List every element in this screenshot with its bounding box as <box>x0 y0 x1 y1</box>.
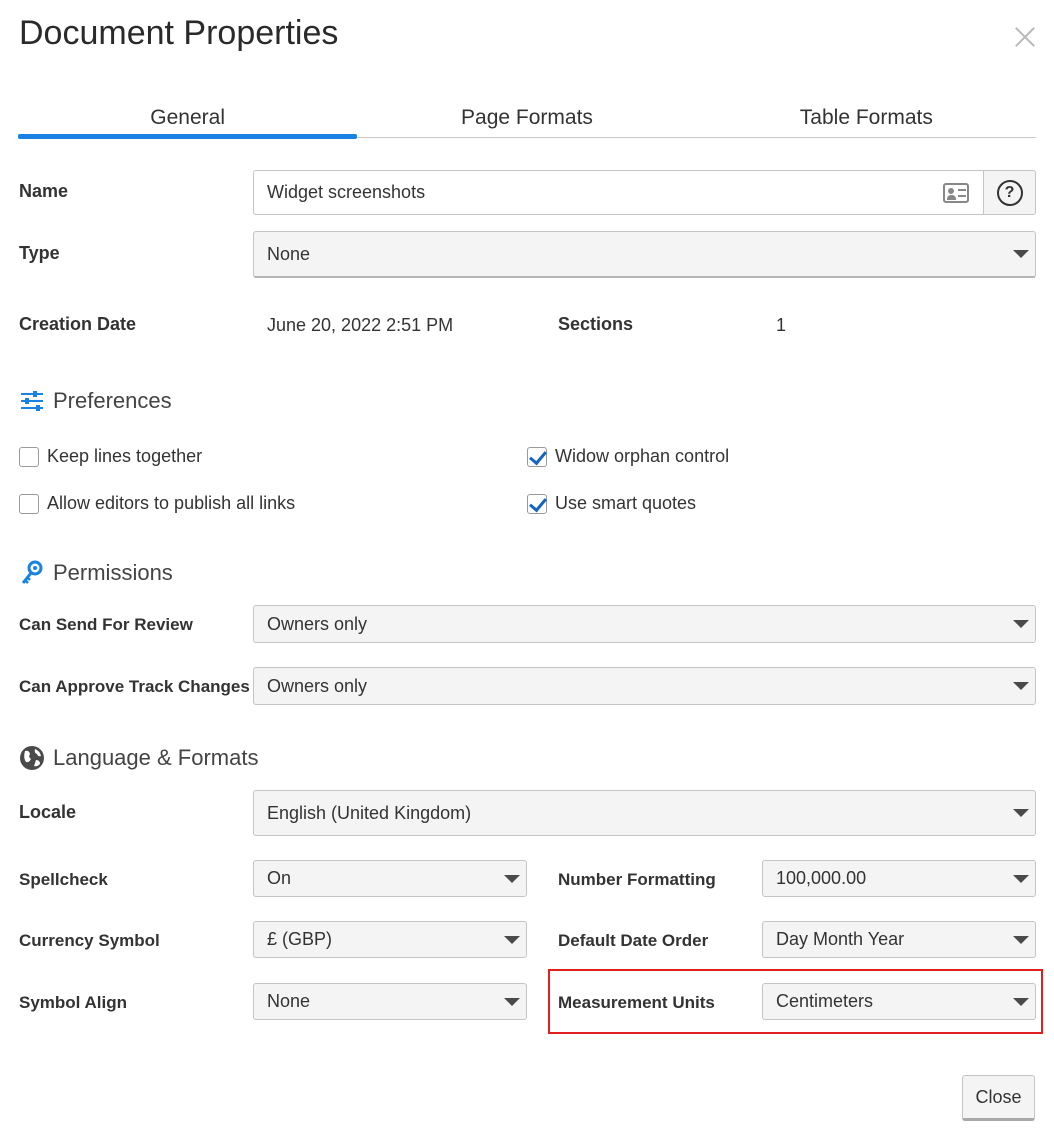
number-formatting-value: 100,000.00 <box>776 868 867 888</box>
name-label: Name <box>19 181 69 201</box>
locale-label: Locale <box>19 802 77 822</box>
key-icon <box>19 560 45 586</box>
spellcheck-select[interactable]: On <box>253 860 527 897</box>
permissions-heading: Permissions <box>19 560 173 586</box>
chevron-down-icon <box>1013 682 1029 690</box>
publish-all-links-option[interactable]: Allow editors to publish all links <box>19 493 295 514</box>
publish-all-links-checkbox[interactable] <box>19 493 39 514</box>
close-icon[interactable] <box>1012 24 1038 50</box>
chevron-down-icon <box>1013 620 1029 628</box>
type-label: Type <box>19 243 60 263</box>
spellcheck-label: Spellcheck <box>19 870 108 889</box>
approve-track-changes-value: Owners only <box>267 675 368 696</box>
sliders-icon <box>19 388 45 414</box>
keep-lines-together-option[interactable]: Keep lines together <box>19 446 202 467</box>
globe-icon <box>19 745 45 771</box>
type-select[interactable]: None <box>253 231 1036 278</box>
currency-symbol-select[interactable]: £ (GBP) <box>253 921 527 958</box>
widow-orphan-control-option[interactable]: Widow orphan control <box>527 446 729 467</box>
smart-quotes-label: Use smart quotes <box>555 493 697 513</box>
number-formatting-label: Number Formatting <box>558 870 716 889</box>
creation-date-label: Creation Date <box>19 314 137 334</box>
tab-page-formats[interactable]: Page Formats <box>357 100 696 137</box>
send-review-select[interactable]: Owners only <box>253 605 1036 643</box>
name-value: Widget screenshots <box>267 182 426 202</box>
send-review-value: Owners only <box>267 613 368 634</box>
default-date-order-value: Day Month Year <box>776 929 905 949</box>
contact-card-icon[interactable] <box>943 183 969 203</box>
chevron-down-icon <box>1013 874 1029 883</box>
creation-date-value: June 20, 2022 2:51 PM <box>267 315 454 335</box>
question-circle-icon: ? <box>996 179 1023 206</box>
send-review-label: Can Send For Review <box>19 615 193 634</box>
symbol-align-label: Symbol Align <box>19 993 127 1012</box>
publish-all-links-label: Allow editors to publish all links <box>47 493 296 513</box>
preferences-heading-text: Preferences <box>53 388 172 413</box>
chevron-down-icon <box>1013 809 1029 817</box>
preferences-heading: Preferences <box>19 388 172 414</box>
keep-lines-together-label: Keep lines together <box>47 446 203 466</box>
default-date-order-label: Default Date Order <box>558 931 709 950</box>
chevron-down-icon <box>504 874 520 883</box>
symbol-align-select[interactable]: None <box>253 983 527 1020</box>
approve-track-changes-select[interactable]: Owners only <box>253 667 1036 705</box>
dialog-title: Document Properties <box>19 14 339 52</box>
sections-label: Sections <box>558 314 634 334</box>
symbol-align-value: None <box>267 991 311 1011</box>
approve-track-changes-label: Can Approve Track Changes <box>19 677 250 696</box>
locale-select[interactable]: English (United Kingdom) <box>253 790 1036 836</box>
type-value: None <box>267 243 311 264</box>
tab-bar: General Page Formats Table Formats <box>18 100 1036 139</box>
smart-quotes-checkbox[interactable] <box>527 493 547 514</box>
tab-table-formats[interactable]: Table Formats <box>697 100 1036 137</box>
measurement-units-highlight <box>548 969 1043 1034</box>
tab-general[interactable]: General <box>18 100 358 139</box>
widow-orphan-control-label: Widow orphan control <box>555 446 730 466</box>
default-date-order-select[interactable]: Day Month Year <box>762 921 1036 958</box>
language-heading-text: Language & Formats <box>53 745 259 770</box>
currency-symbol-value: £ (GBP) <box>267 929 333 949</box>
spellcheck-value: On <box>267 868 292 888</box>
language-heading: Language & Formats <box>19 745 258 771</box>
smart-quotes-option[interactable]: Use smart quotes <box>527 493 696 514</box>
locale-value: English (United Kingdom) <box>267 802 472 823</box>
currency-symbol-label: Currency Symbol <box>19 931 160 950</box>
sections-value: 1 <box>776 315 787 335</box>
number-formatting-select[interactable]: 100,000.00 <box>762 860 1036 897</box>
chevron-down-icon <box>504 997 520 1006</box>
chevron-down-icon <box>1013 935 1029 944</box>
help-button[interactable]: ? <box>984 170 1036 215</box>
name-input[interactable]: Widget screenshots <box>253 170 984 215</box>
chevron-down-icon <box>504 935 520 944</box>
chevron-down-icon <box>1013 250 1029 258</box>
close-button[interactable]: Close <box>962 1075 1035 1121</box>
keep-lines-together-checkbox[interactable] <box>19 446 39 467</box>
permissions-heading-text: Permissions <box>53 560 173 585</box>
widow-orphan-control-checkbox[interactable] <box>527 446 547 467</box>
